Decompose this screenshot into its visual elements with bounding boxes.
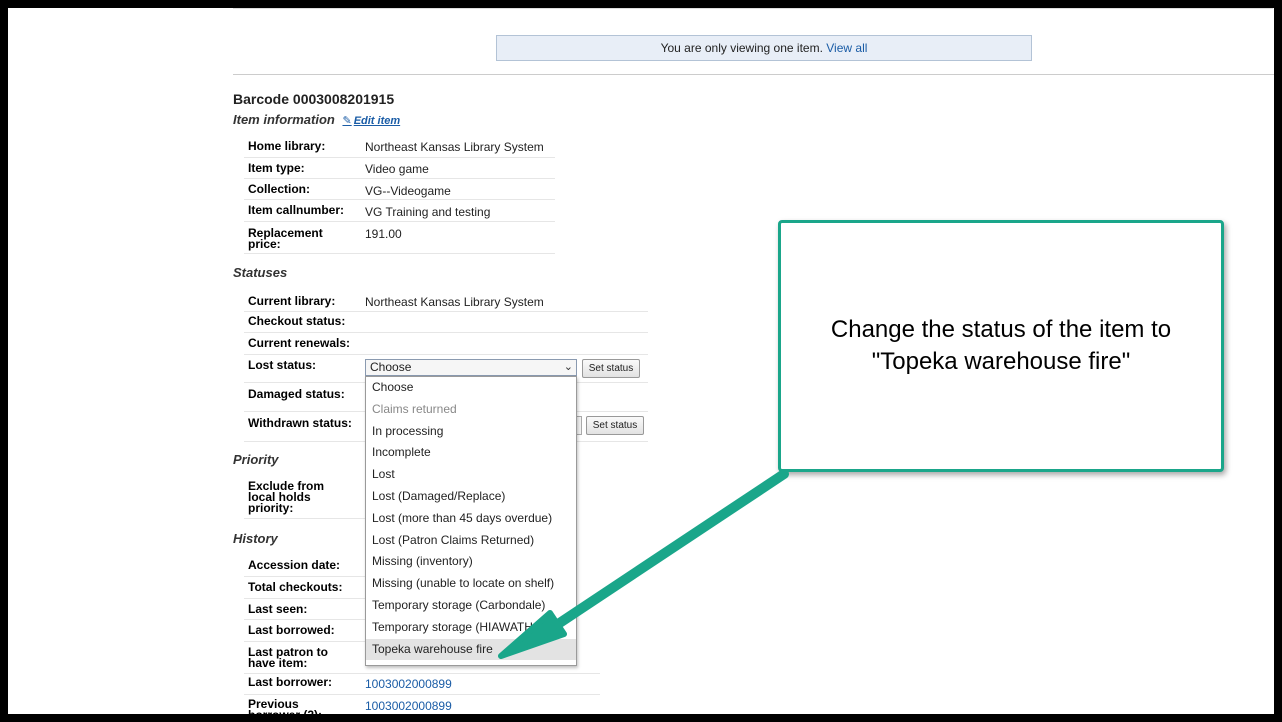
notice-text: You are only viewing one item.	[660, 41, 823, 55]
status-row-renewals: Current renewals:	[244, 332, 648, 355]
dropdown-option[interactable]: Lost (more than 45 days overdue)	[366, 508, 576, 530]
row-label: Home library:	[248, 139, 326, 153]
dropdown-option[interactable]: Missing (inventory)	[366, 551, 576, 573]
lost-status-select[interactable]: Choose ⌄	[365, 359, 577, 376]
dropdown-option[interactable]: Incomplete	[366, 442, 576, 464]
dropdown-option[interactable]: In processing	[366, 421, 576, 443]
statuses-heading: Statuses	[233, 265, 288, 280]
row-label: Last patron to have item:	[248, 645, 328, 670]
row-label: Current renewals:	[248, 336, 351, 350]
row-value: VG Training and testing	[365, 205, 491, 219]
row-value: Video game	[365, 162, 429, 176]
item-info-heading: Item information ✎ Edit item	[233, 112, 400, 127]
row-label: Item callnumber:	[248, 203, 345, 217]
history-row-last-borrowed: Last borrowed:	[244, 619, 370, 642]
dropdown-option[interactable]: Missing (unable to locate on shelf)	[366, 573, 576, 595]
dropdown-option[interactable]: Lost (Damaged/Replace)	[366, 486, 576, 508]
row-label: Exclude from local holds priority:	[248, 479, 325, 515]
instruction-callout: Change the status of the item to "Topeka…	[778, 220, 1224, 472]
row-label: Lost status:	[248, 358, 317, 372]
priority-heading: Priority	[233, 452, 279, 467]
barcode-title: Barcode 0003008201915	[233, 91, 395, 107]
edit-item-label: Edit item	[353, 115, 401, 127]
lost-status-dropdown[interactable]: Choose Claims returned In processing Incomp…	[365, 376, 577, 666]
priority-row-exclude: Exclude from local holds priority:	[244, 475, 370, 519]
row-label: Item type:	[248, 161, 305, 175]
row-label: Withdrawn status:	[248, 416, 352, 430]
dropdown-option: Claims returned	[372, 401, 457, 416]
history-row-checkouts: Total checkouts:	[244, 576, 370, 599]
last-borrower-link[interactable]: 1003002000899	[365, 677, 452, 691]
callout-text: Change the status of the item to "Topeka…	[830, 316, 1172, 375]
row-label: Current library:	[248, 294, 336, 308]
row-value: Northeast Kansas Library System	[365, 140, 544, 154]
row-label: Collection:	[248, 182, 310, 196]
row-label: Last borrower:	[248, 675, 333, 689]
dropdown-option[interactable]: Lost	[366, 464, 576, 486]
row-value: 191.00	[365, 227, 402, 241]
row-label: Total checkouts:	[248, 580, 343, 594]
pencil-icon: ✎	[342, 115, 352, 127]
info-row-collection: Collection: VG--Videogame	[244, 178, 555, 200]
status-row-checkout: Checkout status:	[244, 311, 648, 333]
info-row-callnumber: Item callnumber: VG Training and testing	[244, 199, 555, 222]
row-label: Accession date:	[248, 558, 341, 572]
row-label: Damaged status:	[248, 387, 345, 401]
info-row-home-library: Home library: Northeast Kansas Library S…	[244, 135, 555, 158]
previous-borrower-link[interactable]: 1003002000899	[365, 699, 452, 713]
history-row-last-seen: Last seen:	[244, 598, 370, 620]
edit-item-link[interactable]: ✎ Edit item	[342, 115, 400, 127]
row-label: Last seen:	[248, 602, 308, 616]
history-row-previous-borrower: Previous borrower (2): 1003002000899	[244, 694, 600, 714]
status-row-current-library: Current library: Northeast Kansas Librar…	[244, 290, 648, 312]
history-heading: History	[233, 531, 278, 546]
view-all-link[interactable]: View all	[826, 41, 867, 55]
divider	[233, 74, 1274, 75]
chevron-down-icon: ⌄	[563, 361, 573, 373]
item-info-heading-text: Item information	[233, 112, 335, 127]
dropdown-option[interactable]: Temporary storage (HIAWATHA)	[366, 617, 576, 639]
dropdown-option[interactable]: Temporary storage (Carbondale)	[366, 595, 576, 617]
row-value: VG--Videogame	[365, 184, 451, 198]
history-row-accession: Accession date:	[244, 555, 370, 577]
history-row-last-borrower: Last borrower: 1003002000899	[244, 673, 600, 695]
row-label: Last borrowed:	[248, 623, 335, 637]
row-label: Replacement price:	[248, 226, 323, 251]
dropdown-option[interactable]: Topeka warehouse fire	[366, 638, 576, 661]
select-value: Choose	[370, 360, 412, 374]
divider	[233, 8, 1273, 9]
info-row-item-type: Item type: Video game	[244, 157, 555, 179]
item-detail-page: You are only viewing one item. View all …	[8, 8, 1274, 714]
dropdown-option[interactable]: Lost (Patron Claims Returned)	[366, 530, 576, 552]
set-withdrawn-status-button[interactable]: Set status	[586, 416, 644, 435]
info-row-replacement-price: Replacement price: 191.00	[244, 221, 555, 254]
view-notice: You are only viewing one item. View all	[496, 35, 1032, 61]
row-value: Northeast Kansas Library System	[365, 295, 544, 309]
set-lost-status-button[interactable]: Set status	[582, 359, 640, 378]
row-label: Checkout status:	[248, 314, 346, 328]
dropdown-option[interactable]: Choose	[366, 377, 576, 399]
row-label: Previous borrower (2):	[248, 697, 322, 714]
